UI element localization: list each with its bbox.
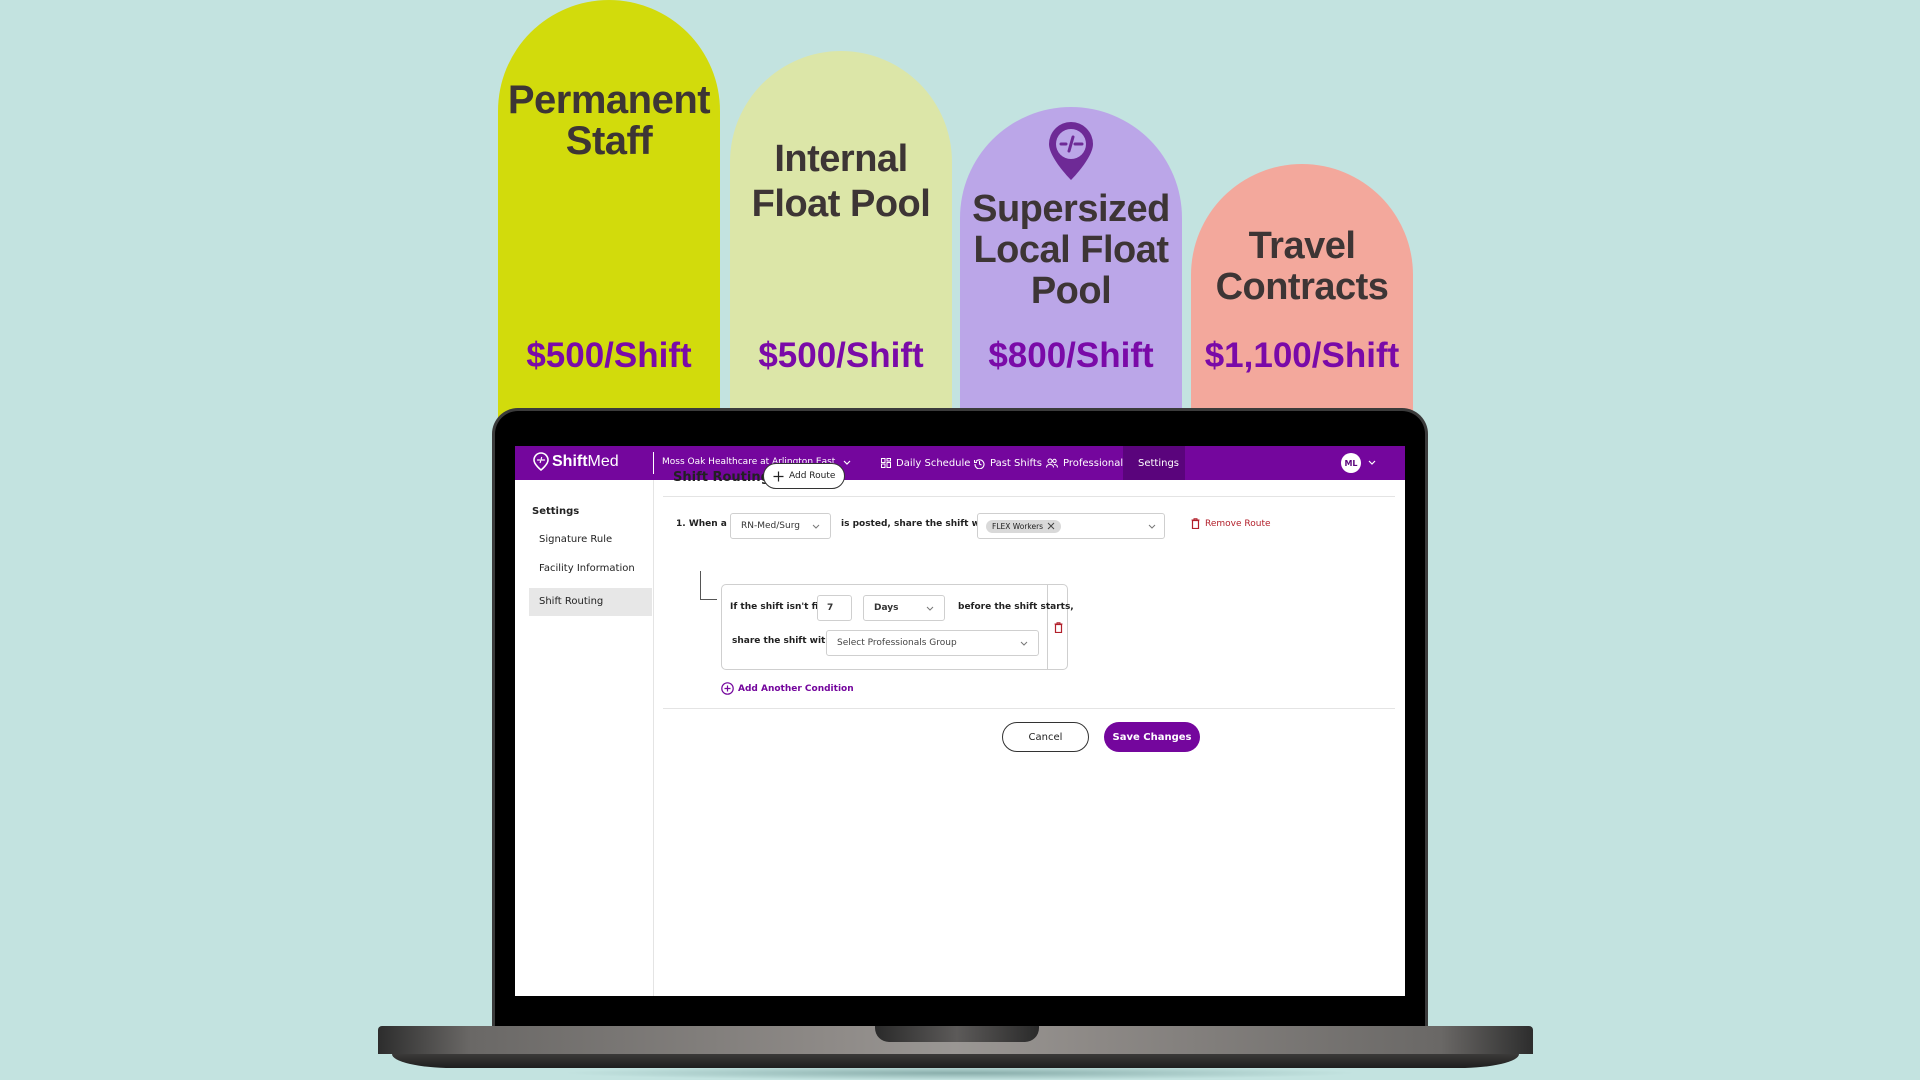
tier-title: Internal Float Pool (751, 138, 931, 225)
sidebar-item-shift-routing[interactable]: Shift Routing (529, 588, 652, 616)
chevron-down-icon (843, 460, 851, 465)
shiftmed-logo[interactable]: ShiftMed (533, 452, 619, 471)
tier-title: Supersized Local Float Pool (972, 188, 1170, 312)
save-changes-button[interactable]: Save Changes (1104, 722, 1200, 752)
route-middle-label: is posted, share the shift with: (841, 519, 998, 529)
tier-price: $500/Shift (526, 336, 692, 375)
shiftmed-pin-icon (533, 452, 549, 471)
footer-divider (663, 708, 1395, 709)
close-icon[interactable] (1047, 522, 1055, 530)
history-icon (974, 458, 985, 469)
cancel-button[interactable]: Cancel (1002, 722, 1089, 752)
share-with-select[interactable]: FLEX Workers (977, 513, 1165, 539)
condition-connector-line (700, 571, 717, 600)
add-route-button[interactable]: Add Route (763, 463, 846, 489)
flex-workers-chip: FLEX Workers (986, 519, 1062, 533)
plus-circle-icon (721, 682, 734, 695)
tier-internal-float-pool: Internal Float Pool $500/Shift (730, 51, 952, 420)
condition-share-label: share the shift with: (732, 636, 836, 646)
sidebar-item-facility-information[interactable]: Facility Information (529, 555, 652, 583)
tier-price: $500/Shift (758, 336, 924, 375)
nav-settings[interactable]: Settings (1123, 446, 1185, 480)
tier-permanent-staff: Permanent Staff $500/Shift (498, 0, 720, 420)
remove-route-button[interactable]: Remove Route (1191, 518, 1271, 529)
shiftmed-pin-icon (1049, 122, 1093, 180)
chevron-down-icon (1020, 641, 1028, 646)
laptop-shadow (560, 1066, 1360, 1080)
user-avatar[interactable]: ML (1341, 453, 1361, 473)
condition-unit-select[interactable]: Days (863, 595, 945, 621)
nav-daily-schedule[interactable]: Daily Schedule (875, 446, 976, 480)
delete-condition-icon[interactable] (1054, 622, 1063, 633)
laptop-base-bottom (392, 1054, 1519, 1068)
plus-icon (773, 471, 784, 481)
tier-price: $1,100/Shift (1204, 336, 1400, 375)
chevron-down-icon[interactable] (1368, 460, 1376, 465)
role-select[interactable]: RN-Med/Surg (730, 513, 831, 539)
settings-sidebar: Settings Signature Rule Facility Informa… (515, 480, 654, 996)
chevron-down-icon (926, 606, 934, 611)
people-icon (1046, 458, 1058, 468)
tier-title: Permanent Staff (507, 78, 711, 163)
header-divider (663, 496, 1395, 497)
grid-icon (881, 458, 891, 468)
tier-title: Travel Contracts (1215, 225, 1389, 308)
add-another-condition-button[interactable]: Add Another Condition (721, 682, 854, 695)
tier-price: $800/Shift (988, 336, 1154, 375)
condition-after-label: before the shift starts, (958, 602, 1074, 612)
trash-icon (1191, 518, 1200, 529)
tier-travel-contracts: Travel Contracts $1,100/Shift (1191, 164, 1413, 420)
professionals-group-select[interactable]: Select Professionals Group (826, 630, 1039, 656)
chevron-down-icon (1148, 524, 1156, 529)
sidebar-item-signature-rule[interactable]: Signature Rule (529, 526, 652, 554)
chevron-down-icon (812, 524, 820, 529)
condition-card-divider (1047, 584, 1048, 670)
route-prefix-label: 1. When a (676, 519, 727, 529)
tier-supersized-local-float-pool: Supersized Local Float Pool $800/Shift (960, 107, 1182, 420)
nav-professionals[interactable]: Professionals (1040, 446, 1134, 480)
top-navbar: ShiftMed Moss Oak Healthcare at Arlingto… (515, 446, 1405, 480)
condition-amount-input[interactable]: 7 (817, 595, 852, 621)
sidebar-title: Settings (532, 506, 580, 517)
navbar-divider (653, 452, 654, 474)
app-screen: ShiftMed Moss Oak Healthcare at Arlingto… (515, 446, 1405, 996)
nav-past-shifts[interactable]: Past Shifts (968, 446, 1048, 480)
page-title: Shift Routing (673, 470, 770, 485)
laptop-notch (875, 1026, 1039, 1042)
